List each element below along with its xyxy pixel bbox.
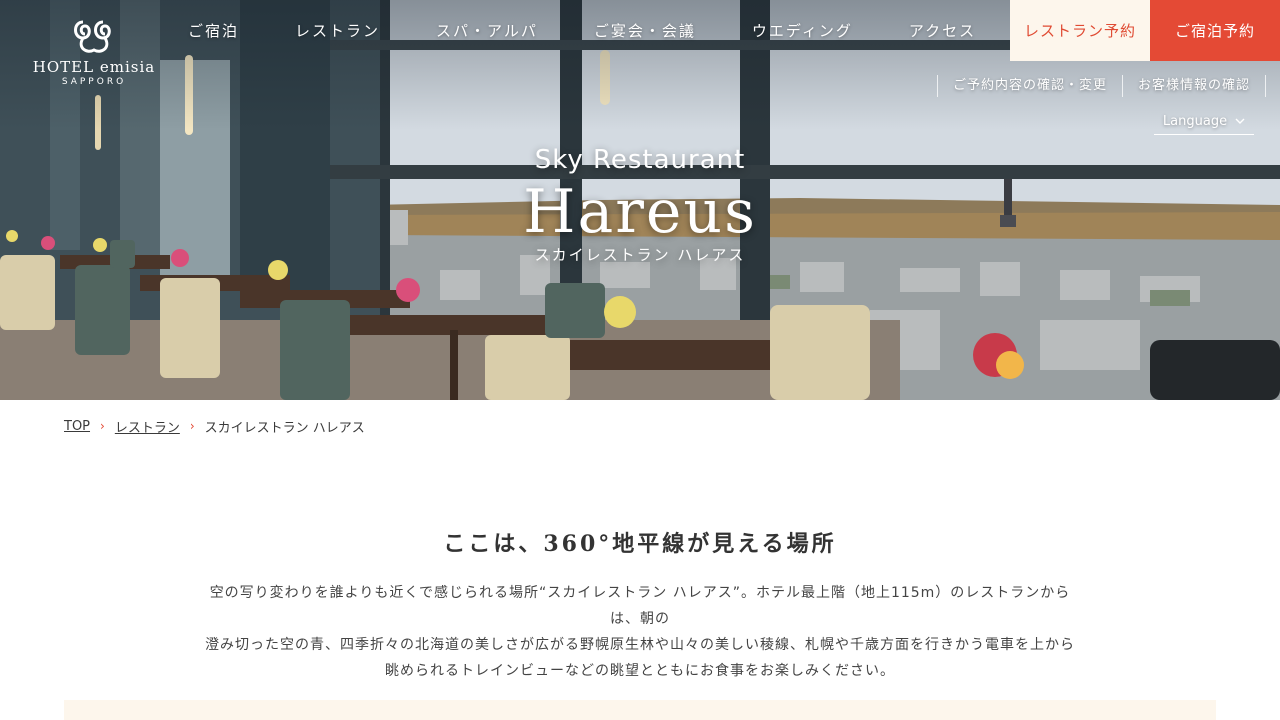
nav-item-spa[interactable]: スパ・アルパ	[408, 20, 566, 41]
hero-title-small: Sky Restaurant	[534, 145, 746, 175]
chevron-right-icon: ›	[100, 419, 105, 433]
intro-heading: ここは、360°地平線が見える場所	[443, 531, 837, 557]
member-subnav: ご予約内容の確認・変更 お客様情報の確認	[936, 75, 1266, 97]
chevron-down-icon	[1235, 118, 1245, 124]
intro-line: 澄み切った空の青、四季折々の北海道の美しさが広がる野幌原生林や山々の美しい稜線、…	[205, 637, 1075, 653]
language-selector[interactable]: Language	[1154, 108, 1254, 135]
hotel-logo[interactable]: HOTEL emisia SAPPORO	[24, 18, 164, 96]
subnav-customer-info[interactable]: お客様情報の確認	[1123, 75, 1266, 97]
global-nav: ご宿泊 レストラン スパ・アルパ ご宴会・会議 ウエディング アクセス	[160, 0, 1004, 60]
intro-text: 空の写り変わりを誰よりも近くで感じられる場所“スカイレストラン ハレアス”。ホテ…	[200, 580, 1080, 684]
logo-mark-icon	[74, 20, 111, 53]
hero-title-kana: スカイレストラン ハレアス	[534, 246, 746, 264]
hero-title-big: Hareus	[523, 177, 757, 247]
stay-reservation-button[interactable]: ご宿泊予約	[1150, 0, 1280, 61]
breadcrumb-current: スカイレストラン ハレアス	[204, 420, 365, 436]
restaurant-reservation-button[interactable]: レストラン予約	[1010, 0, 1150, 61]
logo-sub: SAPPORO	[61, 77, 127, 87]
intro-line: 空の写り変わりを誰よりも近くで感じられる場所“スカイレストラン ハレアス”。ホテ…	[209, 585, 1071, 627]
hero-title: Sky Restaurant Hareus スカイレストラン ハレアス	[440, 140, 840, 266]
intro-line: 眺められるトレインビューなどの眺望とともにお食事をお楽しみください。	[385, 663, 895, 679]
nav-item-restaurant[interactable]: レストラン	[267, 20, 408, 41]
nav-item-wedding[interactable]: ウエディング	[724, 20, 881, 41]
breadcrumb-restaurant[interactable]: レストラン	[115, 417, 180, 436]
language-label: Language	[1162, 113, 1228, 129]
breadcrumb-top[interactable]: TOP	[64, 419, 90, 434]
logo-name: HOTEL emisia	[32, 58, 156, 76]
subnav-reservation-check[interactable]: ご予約内容の確認・変更	[938, 75, 1123, 97]
nav-item-access[interactable]: アクセス	[881, 20, 1004, 41]
nav-item-banquet[interactable]: ご宴会・会議	[566, 20, 724, 41]
breadcrumb: TOP › レストラン › スカイレストラン ハレアス	[64, 416, 365, 436]
chevron-right-icon: ›	[189, 419, 195, 433]
info-section-band	[64, 700, 1216, 720]
nav-item-stay[interactable]: ご宿泊	[160, 20, 267, 41]
